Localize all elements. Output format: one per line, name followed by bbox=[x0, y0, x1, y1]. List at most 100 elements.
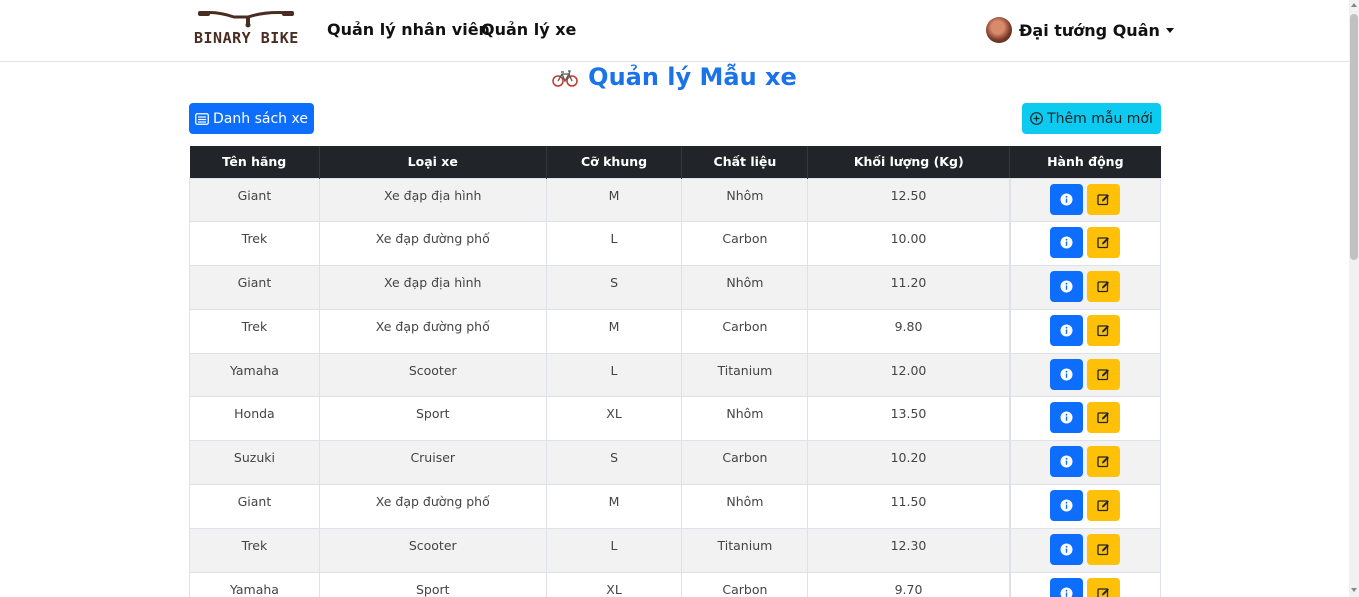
scroll-thumb[interactable] bbox=[1350, 14, 1358, 260]
view-details-button[interactable] bbox=[1050, 533, 1084, 565]
plus-circle-icon bbox=[1030, 112, 1044, 125]
view-details-button[interactable] bbox=[1050, 358, 1084, 390]
edit-button[interactable] bbox=[1087, 446, 1121, 478]
cell-brand: Giant bbox=[189, 484, 320, 529]
cell-frame-size: L bbox=[545, 527, 683, 573]
edit-button[interactable] bbox=[1087, 183, 1121, 215]
view-details-button[interactable] bbox=[1050, 183, 1084, 215]
cell-actions bbox=[1008, 308, 1161, 354]
add-model-label: Thêm mẫu mới bbox=[1047, 110, 1153, 127]
cell-material: Carbon bbox=[681, 221, 809, 267]
edit-button[interactable] bbox=[1087, 227, 1121, 259]
view-details-button[interactable] bbox=[1050, 227, 1084, 259]
list-bikes-label: Danh sách xe bbox=[213, 110, 308, 127]
view-details-button[interactable] bbox=[1050, 490, 1084, 522]
list-icon bbox=[195, 112, 209, 125]
add-model-button[interactable]: Thêm mẫu mới bbox=[1022, 103, 1161, 134]
cell-weight: 9.80 bbox=[807, 308, 1011, 354]
cell-type: Cruiser bbox=[318, 440, 547, 486]
cell-material: Titanium bbox=[681, 527, 809, 573]
cell-frame-size: L bbox=[545, 221, 683, 267]
cell-type: Scooter bbox=[318, 352, 547, 398]
nav-employees[interactable]: Quản lý nhân viên bbox=[327, 20, 490, 39]
cell-material: Carbon bbox=[681, 440, 809, 486]
handlebar-icon bbox=[198, 11, 294, 28]
header-frame-size[interactable]: Cỡ khung bbox=[545, 146, 682, 178]
page-title-row: Quản lý Mẫu xe bbox=[0, 62, 1349, 92]
header-brand[interactable]: Tên hãng bbox=[189, 146, 320, 178]
scroll-down-arrow-icon[interactable] bbox=[1351, 588, 1357, 592]
cell-material: Nhôm bbox=[681, 484, 809, 529]
cell-material: Nhôm bbox=[681, 265, 809, 310]
navbar: BINARY BIKE Quản lý nhân viên Quản lý xe… bbox=[0, 0, 1349, 62]
edit-button[interactable] bbox=[1087, 314, 1121, 346]
info-circle-icon bbox=[1060, 587, 1073, 597]
header-weight[interactable]: Khối lượng (Kg) bbox=[807, 146, 1010, 178]
cell-weight: 9.70 bbox=[807, 571, 1011, 597]
edit-button[interactable] bbox=[1087, 271, 1121, 303]
cell-type: Xe đạp đường phố bbox=[318, 308, 547, 354]
info-circle-icon bbox=[1060, 455, 1073, 468]
cell-brand: Trek bbox=[189, 527, 320, 573]
info-circle-icon bbox=[1060, 368, 1073, 381]
bicycle-icon bbox=[552, 70, 578, 87]
cell-actions bbox=[1008, 221, 1161, 267]
view-details-button[interactable] bbox=[1050, 314, 1084, 346]
info-circle-icon bbox=[1060, 499, 1073, 512]
cell-brand: Suzuki bbox=[189, 440, 320, 486]
cell-material: Carbon bbox=[681, 308, 809, 354]
header-type[interactable]: Loại xe bbox=[318, 146, 547, 178]
info-circle-icon bbox=[1060, 324, 1073, 337]
table-row: Yamaha Sport XL Carbon 9.70 bbox=[189, 571, 1161, 597]
edit-button[interactable] bbox=[1087, 358, 1121, 390]
cell-actions bbox=[1008, 527, 1161, 573]
info-circle-icon bbox=[1060, 411, 1073, 424]
pencil-square-icon bbox=[1097, 193, 1110, 205]
view-details-button[interactable] bbox=[1050, 402, 1084, 434]
pencil-square-icon bbox=[1097, 500, 1110, 512]
edit-button[interactable] bbox=[1087, 577, 1121, 597]
table-row: Trek Xe đạp đường phố M Carbon 9.80 bbox=[189, 308, 1161, 354]
cell-weight: 11.20 bbox=[807, 265, 1011, 310]
chevron-down-icon bbox=[1165, 27, 1174, 33]
pencil-square-icon bbox=[1097, 281, 1110, 293]
edit-button[interactable] bbox=[1087, 402, 1121, 434]
cell-type: Xe đạp đường phố bbox=[318, 484, 547, 529]
cell-brand: Giant bbox=[189, 177, 320, 223]
table-row: Trek Xe đạp đường phố L Carbon 10.00 bbox=[189, 221, 1161, 267]
table-header-row: Tên hãng Loại xe Cỡ khung Chất liệu Khối… bbox=[189, 146, 1161, 178]
cell-frame-size: S bbox=[545, 265, 683, 310]
view-details-button[interactable] bbox=[1050, 271, 1084, 303]
view-details-button[interactable] bbox=[1050, 446, 1084, 478]
cell-actions bbox=[1008, 352, 1161, 398]
info-circle-icon bbox=[1060, 543, 1073, 556]
list-bikes-button[interactable]: Danh sách xe bbox=[189, 103, 314, 134]
user-menu[interactable]: Đại tướng Quân bbox=[986, 17, 1174, 43]
cell-weight: 10.00 bbox=[807, 221, 1011, 267]
cell-material: Carbon bbox=[681, 571, 809, 597]
table-row: Giant Xe đạp địa hình M Nhôm 12.50 bbox=[189, 177, 1161, 223]
cell-brand: Trek bbox=[189, 221, 320, 267]
pencil-square-icon bbox=[1097, 412, 1110, 424]
view-details-button[interactable] bbox=[1050, 577, 1084, 597]
pencil-square-icon bbox=[1097, 588, 1110, 597]
header-material[interactable]: Chất liệu bbox=[681, 146, 808, 178]
cell-weight: 12.50 bbox=[807, 177, 1011, 223]
edit-button[interactable] bbox=[1087, 490, 1121, 522]
bike-models-table: Tên hãng Loại xe Cỡ khung Chất liệu Khối… bbox=[189, 146, 1161, 597]
cell-weight: 11.50 bbox=[807, 484, 1011, 529]
scrollbar[interactable] bbox=[1349, 0, 1359, 597]
cell-material: Nhôm bbox=[681, 177, 809, 223]
cell-actions bbox=[1008, 440, 1161, 486]
edit-button[interactable] bbox=[1087, 533, 1121, 565]
brand-logo[interactable]: BINARY BIKE bbox=[194, 9, 302, 49]
nav-bikes[interactable]: Quản lý xe bbox=[481, 20, 576, 39]
header-actions: Hành động bbox=[1009, 146, 1161, 178]
cell-material: Nhôm bbox=[681, 396, 809, 442]
scroll-up-arrow-icon[interactable] bbox=[1351, 3, 1357, 7]
cell-brand: Trek bbox=[189, 308, 320, 354]
cell-weight: 12.30 bbox=[807, 527, 1011, 573]
page-title: Quản lý Mẫu xe bbox=[588, 63, 797, 91]
cell-actions bbox=[1008, 396, 1161, 442]
brand-name: BINARY BIKE bbox=[194, 29, 299, 47]
